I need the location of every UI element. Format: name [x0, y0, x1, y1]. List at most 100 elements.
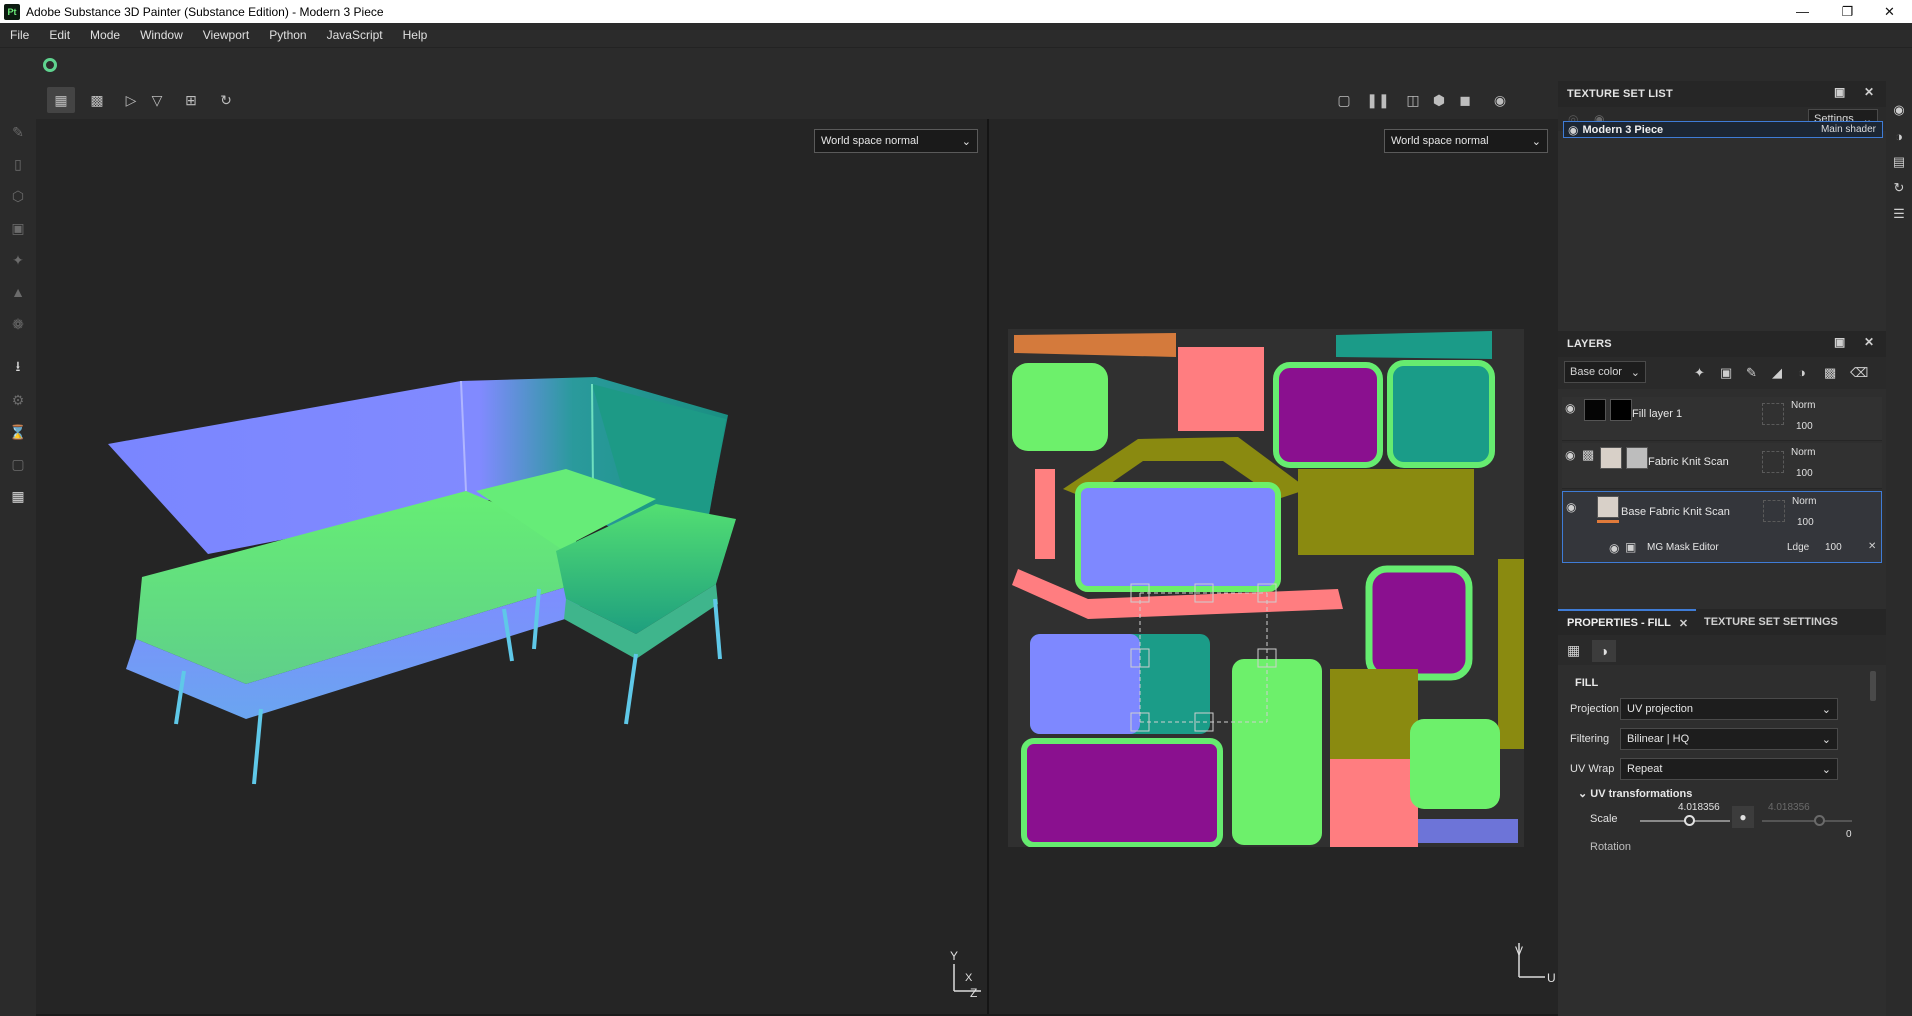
scale-value[interactable]: 4.018356 [1678, 802, 1720, 813]
close-panel-icon[interactable]: ✕ [1864, 85, 1874, 99]
menu-window[interactable]: Window [130, 28, 193, 42]
grid-options-icon[interactable]: ▩ [83, 87, 111, 113]
eye-icon[interactable]: ◉ [1609, 541, 1619, 555]
status-ring-icon[interactable] [43, 58, 57, 72]
paint-icon[interactable]: ◑ [1592, 640, 1616, 662]
eye-icon[interactable]: ◉ [1566, 500, 1576, 514]
ruler-icon[interactable]: ▢ [6, 453, 30, 475]
close-panel-icon[interactable]: ✕ [1864, 335, 1874, 349]
popout-icon[interactable]: ▣ [1834, 85, 1846, 99]
layer-blend[interactable]: Norm [1792, 496, 1816, 507]
add-paint-layer-icon[interactable]: ✎ [1746, 365, 1757, 381]
layer-row[interactable]: ◉ Fill layer 1 Norm 100 [1562, 397, 1882, 441]
mirror-y-icon[interactable]: ▽ [143, 87, 171, 113]
axis-u-label: U [1547, 971, 1556, 985]
clone-stamp-icon[interactable]: ▲ [6, 281, 30, 303]
menu-python[interactable]: Python [259, 28, 316, 42]
eye-icon[interactable]: ◉ [1568, 123, 1578, 137]
uv-wrap-dropdown[interactable]: Repeat ⌄ [1620, 758, 1838, 780]
bake-export-icon[interactable]: ⭳ [6, 357, 30, 379]
polygon-fill-icon[interactable]: ▣ [6, 217, 30, 239]
assets-icon[interactable]: ▤ [1890, 153, 1908, 171]
display-settings-icon[interactable]: ◉ [1890, 101, 1908, 119]
add-icon[interactable]: ⊞ [177, 87, 205, 113]
texture-set-shader[interactable]: Main shader [1821, 124, 1876, 135]
filtering-dropdown[interactable]: Bilinear | HQ ⌄ [1620, 728, 1838, 750]
channel-dropdown-2d[interactable]: World space normal ⌄ [1384, 129, 1548, 153]
effect-blend[interactable]: Ldge [1787, 542, 1809, 553]
scale-slider-handle[interactable] [1684, 815, 1695, 826]
tab-texture-set-settings[interactable]: TEXTURE SET SETTINGS [1704, 616, 1838, 628]
layer-opacity[interactable]: 100 [1797, 517, 1814, 528]
menu-mode[interactable]: Mode [80, 28, 130, 42]
settings-gear-icon[interactable]: ⚙ [6, 389, 30, 411]
add-effect-icon[interactable]: ◑ [1798, 365, 1806, 380]
viewport-2d[interactable]: World space normal ⌄ V U [989, 119, 1558, 1014]
layer-opacity[interactable]: 100 [1796, 421, 1813, 432]
pause-icon[interactable]: ❚❚ [1364, 87, 1392, 113]
add-folder-icon[interactable]: ▩ [1824, 365, 1836, 381]
layer-opacity[interactable]: 100 [1796, 468, 1813, 479]
restore-icon[interactable]: ❐ [1825, 0, 1870, 23]
mirror-x-icon[interactable]: ▷ [117, 87, 145, 113]
rotation-value[interactable]: 0 [1846, 829, 1852, 840]
history-panel-icon[interactable]: ↻ [1890, 179, 1908, 197]
camera-icon[interactable]: ◼ [1451, 87, 1479, 113]
paint-brush-icon[interactable]: ✎ [6, 121, 30, 143]
layer-row-selected[interactable]: ◉ Base Fabric Knit Scan Norm 100 ◉ ▣ MG … [1562, 491, 1882, 563]
close-tab-icon[interactable]: ✕ [1679, 617, 1688, 630]
menu-viewport[interactable]: Viewport [193, 28, 259, 42]
shader-settings-icon[interactable]: ◑ [1890, 127, 1908, 145]
layer-channel-dropdown[interactable]: Base color ⌄ [1564, 361, 1646, 383]
hourglass-icon[interactable]: ⌛ [6, 421, 30, 443]
texture-set-name: Modern 3 Piece [1582, 123, 1664, 136]
rotation-row-label: Rotation [1590, 841, 1631, 853]
projection-dropdown[interactable]: UV projection ⌄ [1620, 698, 1838, 720]
screenshot-icon[interactable]: ◉ [1486, 87, 1514, 113]
eye-icon[interactable]: ◉ [1565, 401, 1575, 415]
effect-opacity[interactable]: 100 [1825, 542, 1842, 553]
layer-blend[interactable]: Norm [1791, 447, 1815, 458]
right-panel: TEXTURE SET LIST ▣ ✕ ◎ ◉ Settings ⌄ ◉ Mo… [1558, 81, 1886, 1016]
popout-icon[interactable]: ▣ [1834, 335, 1846, 349]
document-icon[interactable]: ▦ [6, 485, 30, 507]
material-icon[interactable]: ▦ [1567, 642, 1580, 659]
mask-thumbnail[interactable] [1610, 399, 1632, 421]
grid-view-icon[interactable]: ▦ [47, 87, 75, 113]
blend-preview [1762, 451, 1784, 473]
minimize-icon[interactable]: — [1780, 0, 1825, 23]
eye-icon[interactable]: ◉ [1565, 448, 1575, 462]
lock-icon[interactable]: ● [1732, 806, 1754, 828]
viewport-3d[interactable]: World space normal ⌄ Y X Z [36, 119, 987, 1014]
add-mask-icon[interactable]: ▣ [1720, 365, 1732, 381]
menu-edit[interactable]: Edit [39, 28, 80, 42]
cube-icon[interactable]: ⬢ [1425, 87, 1453, 113]
eraser-icon[interactable]: ▯ [6, 153, 30, 175]
remove-effect-icon[interactable]: ✕ [1868, 541, 1876, 552]
layer-row[interactable]: ◉ ▩ Fabric Knit Scan Norm 100 [1562, 443, 1882, 489]
history-icon[interactable]: ↻ [212, 87, 240, 113]
delete-icon[interactable]: ⌫ [1850, 365, 1868, 381]
magic-wand-icon[interactable]: ✦ [1694, 365, 1705, 381]
uv-transformations-header[interactable]: ⌄ UV transformations [1578, 787, 1692, 800]
hide-icon[interactable]: ▢ [1330, 87, 1358, 113]
menu-file[interactable]: File [0, 28, 39, 42]
texture-set-item[interactable]: ◉ Modern 3 Piece Main shader [1563, 121, 1883, 138]
tab-properties-fill[interactable]: PROPERTIES - FILL ✕ [1558, 609, 1696, 635]
layers-title: LAYERS [1567, 338, 1612, 350]
split-view-icon[interactable]: ◫ [1399, 87, 1427, 113]
menu-help[interactable]: Help [393, 28, 438, 42]
log-icon[interactable]: ☰ [1890, 205, 1908, 223]
smudge-icon[interactable]: ✦ [6, 249, 30, 271]
scale-slider-track-secondary [1762, 820, 1852, 822]
projection-icon[interactable]: ⬡ [6, 185, 30, 207]
mask-thumbnail[interactable] [1626, 447, 1648, 469]
menu-javascript[interactable]: JavaScript [317, 28, 393, 42]
properties-scrollbar[interactable] [1870, 671, 1876, 701]
close-icon[interactable]: ✕ [1867, 0, 1912, 23]
layer-blend[interactable]: Norm [1791, 400, 1815, 411]
add-fill-layer-icon[interactable]: ◢ [1772, 365, 1782, 381]
color-picker-icon[interactable]: ❁ [6, 313, 30, 335]
folder-icon[interactable]: ▩ [1582, 447, 1594, 463]
fill-section-title: FILL [1575, 677, 1599, 689]
